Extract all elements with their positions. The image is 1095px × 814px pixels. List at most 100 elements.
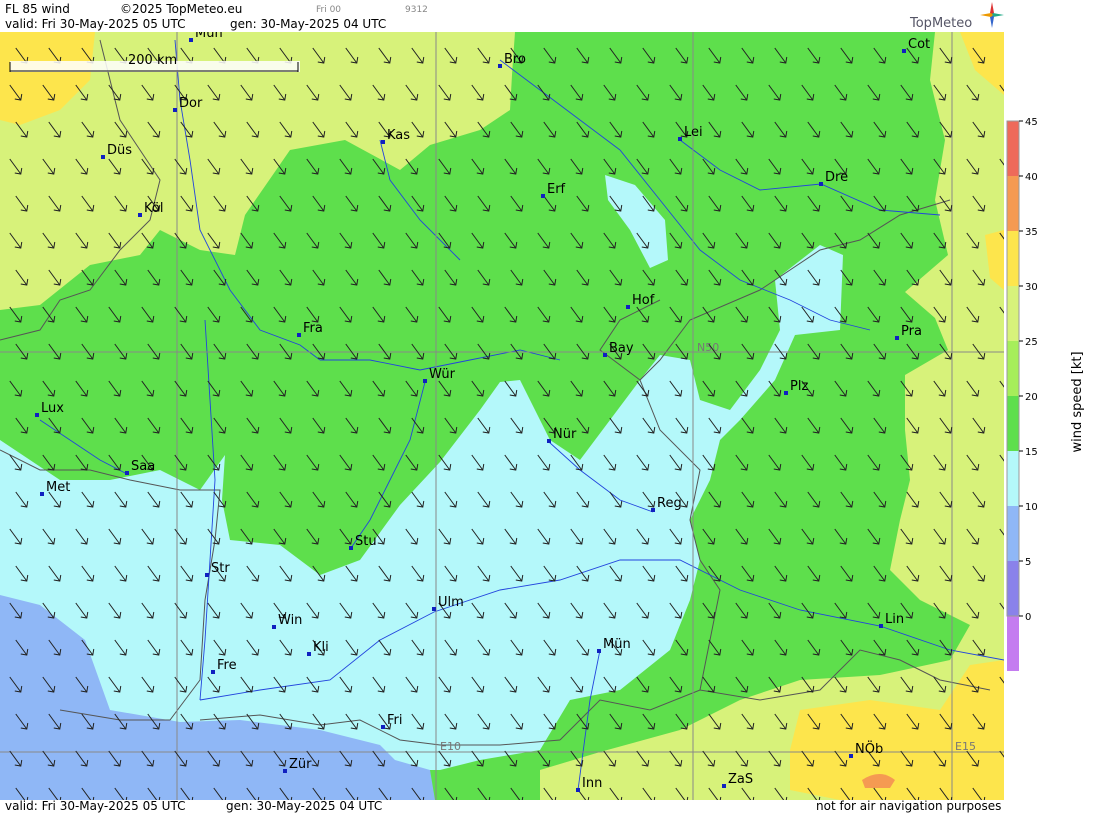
logo-text: TopMeteo (910, 16, 973, 31)
city-dot (101, 155, 105, 159)
city-dot (40, 492, 44, 496)
city-label: Bay (609, 341, 634, 356)
city-label: Plz (790, 379, 808, 394)
city-marker[interactable]: Mün (597, 637, 631, 653)
legend-band (1007, 451, 1019, 506)
city-dot (189, 38, 193, 42)
legend-tick-label: 35 (1025, 227, 1038, 238)
city-dot (211, 670, 215, 674)
city-label: Cot (908, 37, 930, 52)
legend-tick-label: 40 (1025, 172, 1038, 183)
city-dot (576, 788, 580, 792)
legend-ticks: 45 40 35 30 25 20 15 10 5 0 (1019, 117, 1038, 623)
city-label: Inn (582, 776, 602, 791)
city-label: ZaS (728, 772, 753, 787)
city-dot (272, 625, 276, 629)
footer-valid-time: valid: Fri 30-May-2025 05 UTC (5, 799, 186, 813)
city-label: Pra (901, 324, 922, 339)
generated-time: gen: 30-May-2025 04 UTC (230, 17, 387, 31)
city-dot (626, 305, 630, 309)
legend-band (1007, 121, 1019, 176)
legend-tick-label: 20 (1025, 392, 1038, 403)
city-dot (423, 379, 427, 383)
city-label: Köl (144, 201, 163, 216)
product-code: 9312 (405, 5, 428, 15)
legend-tick-label: 25 (1025, 337, 1038, 348)
city-label: Dre (825, 170, 848, 185)
city-label: Saa (131, 459, 155, 474)
city-label: Mün (195, 32, 223, 41)
legend-title: wind speed [kt] (1070, 351, 1085, 452)
legend-band (1007, 231, 1019, 286)
legend-band (1007, 561, 1019, 616)
legend-tick-label: 0 (1025, 612, 1031, 623)
city-dot (283, 769, 287, 773)
legend-tick-label: 5 (1025, 557, 1031, 568)
city-dot (35, 413, 39, 417)
city-dot (498, 64, 502, 68)
city-label: Fri (387, 713, 403, 728)
forecast-tag: Fri 00 (316, 5, 342, 15)
city-marker[interactable]: NÖb (849, 740, 883, 758)
city-label: Lux (41, 401, 64, 416)
scale-label: 200 km (128, 53, 177, 68)
legend-canvas: 45 40 35 30 25 20 15 10 5 0 wind speed [kt] (1006, 117, 1085, 671)
city-label: Lin (885, 612, 904, 627)
city-label: Reg (657, 496, 682, 511)
legend-band (1007, 176, 1019, 231)
city-dot (307, 652, 311, 656)
city-label: Lei (684, 125, 703, 140)
city-label: Str (211, 561, 230, 576)
city-label: Met (46, 480, 70, 495)
city-label: Hof (632, 293, 655, 308)
city-dot (349, 546, 353, 550)
city-dot (541, 194, 545, 198)
footer-generated-time: gen: 30-May-2025 04 UTC (226, 799, 383, 813)
legend-color-bar (1006, 120, 1020, 671)
city-dot (819, 182, 823, 186)
legend-band (1007, 341, 1019, 396)
legend-tick-label: 30 (1025, 282, 1038, 293)
city-dot (597, 649, 601, 653)
city-dot (879, 624, 883, 628)
wind-map[interactable]: N50 E10 E15 200 km Mün Bro Cot Dor Kas Lei Düs… (0, 32, 1004, 800)
city-label: Wür (429, 367, 456, 382)
city-marker[interactable]: Mün (189, 32, 223, 42)
product-title: FL 85 wind (5, 2, 70, 16)
grid-label-lat: N50 (697, 341, 719, 354)
valid-time: valid: Fri 30-May-2025 05 UTC (5, 17, 186, 31)
city-dot (902, 49, 906, 53)
city-dot (125, 471, 129, 475)
city-dot (381, 725, 385, 729)
city-dot (138, 213, 142, 217)
city-label: Kli (313, 640, 329, 655)
legend-tick-label: 45 (1025, 117, 1038, 128)
city-dot (784, 391, 788, 395)
city-dot (678, 137, 682, 141)
wind-legend: 45 40 35 30 25 20 15 10 5 0 wind speed [kt] (1005, 32, 1095, 800)
city-label: NÖb (855, 740, 883, 757)
city-dot (547, 439, 551, 443)
copyright-text: ©2025 TopMeteo.eu (120, 2, 243, 16)
city-dot (297, 333, 301, 337)
city-label: Bro (504, 52, 526, 67)
legend-band (1007, 506, 1019, 561)
legend-band (1007, 396, 1019, 451)
legend-tick-label: 10 (1025, 502, 1038, 513)
city-dot (603, 353, 607, 357)
map-canvas: N50 E10 E15 200 km Mün Bro Cot Dor Kas Lei Düs… (0, 32, 1004, 800)
grid-label-lon-15: E15 (955, 740, 976, 753)
disclaimer: not for air navigation purposes (816, 799, 1002, 813)
legend-band (1007, 286, 1019, 341)
brand-logo: TopMeteo (910, 16, 972, 31)
city-label: Nür (553, 427, 577, 442)
city-dot (849, 754, 853, 758)
city-label: Fra (303, 321, 323, 336)
city-label: Stu (355, 534, 377, 549)
city-dot (381, 140, 385, 144)
city-label: Dor (179, 96, 203, 111)
city-dot (205, 573, 209, 577)
city-dot (651, 508, 655, 512)
grid-label-lon-10: E10 (440, 740, 461, 753)
city-dot (173, 108, 177, 112)
